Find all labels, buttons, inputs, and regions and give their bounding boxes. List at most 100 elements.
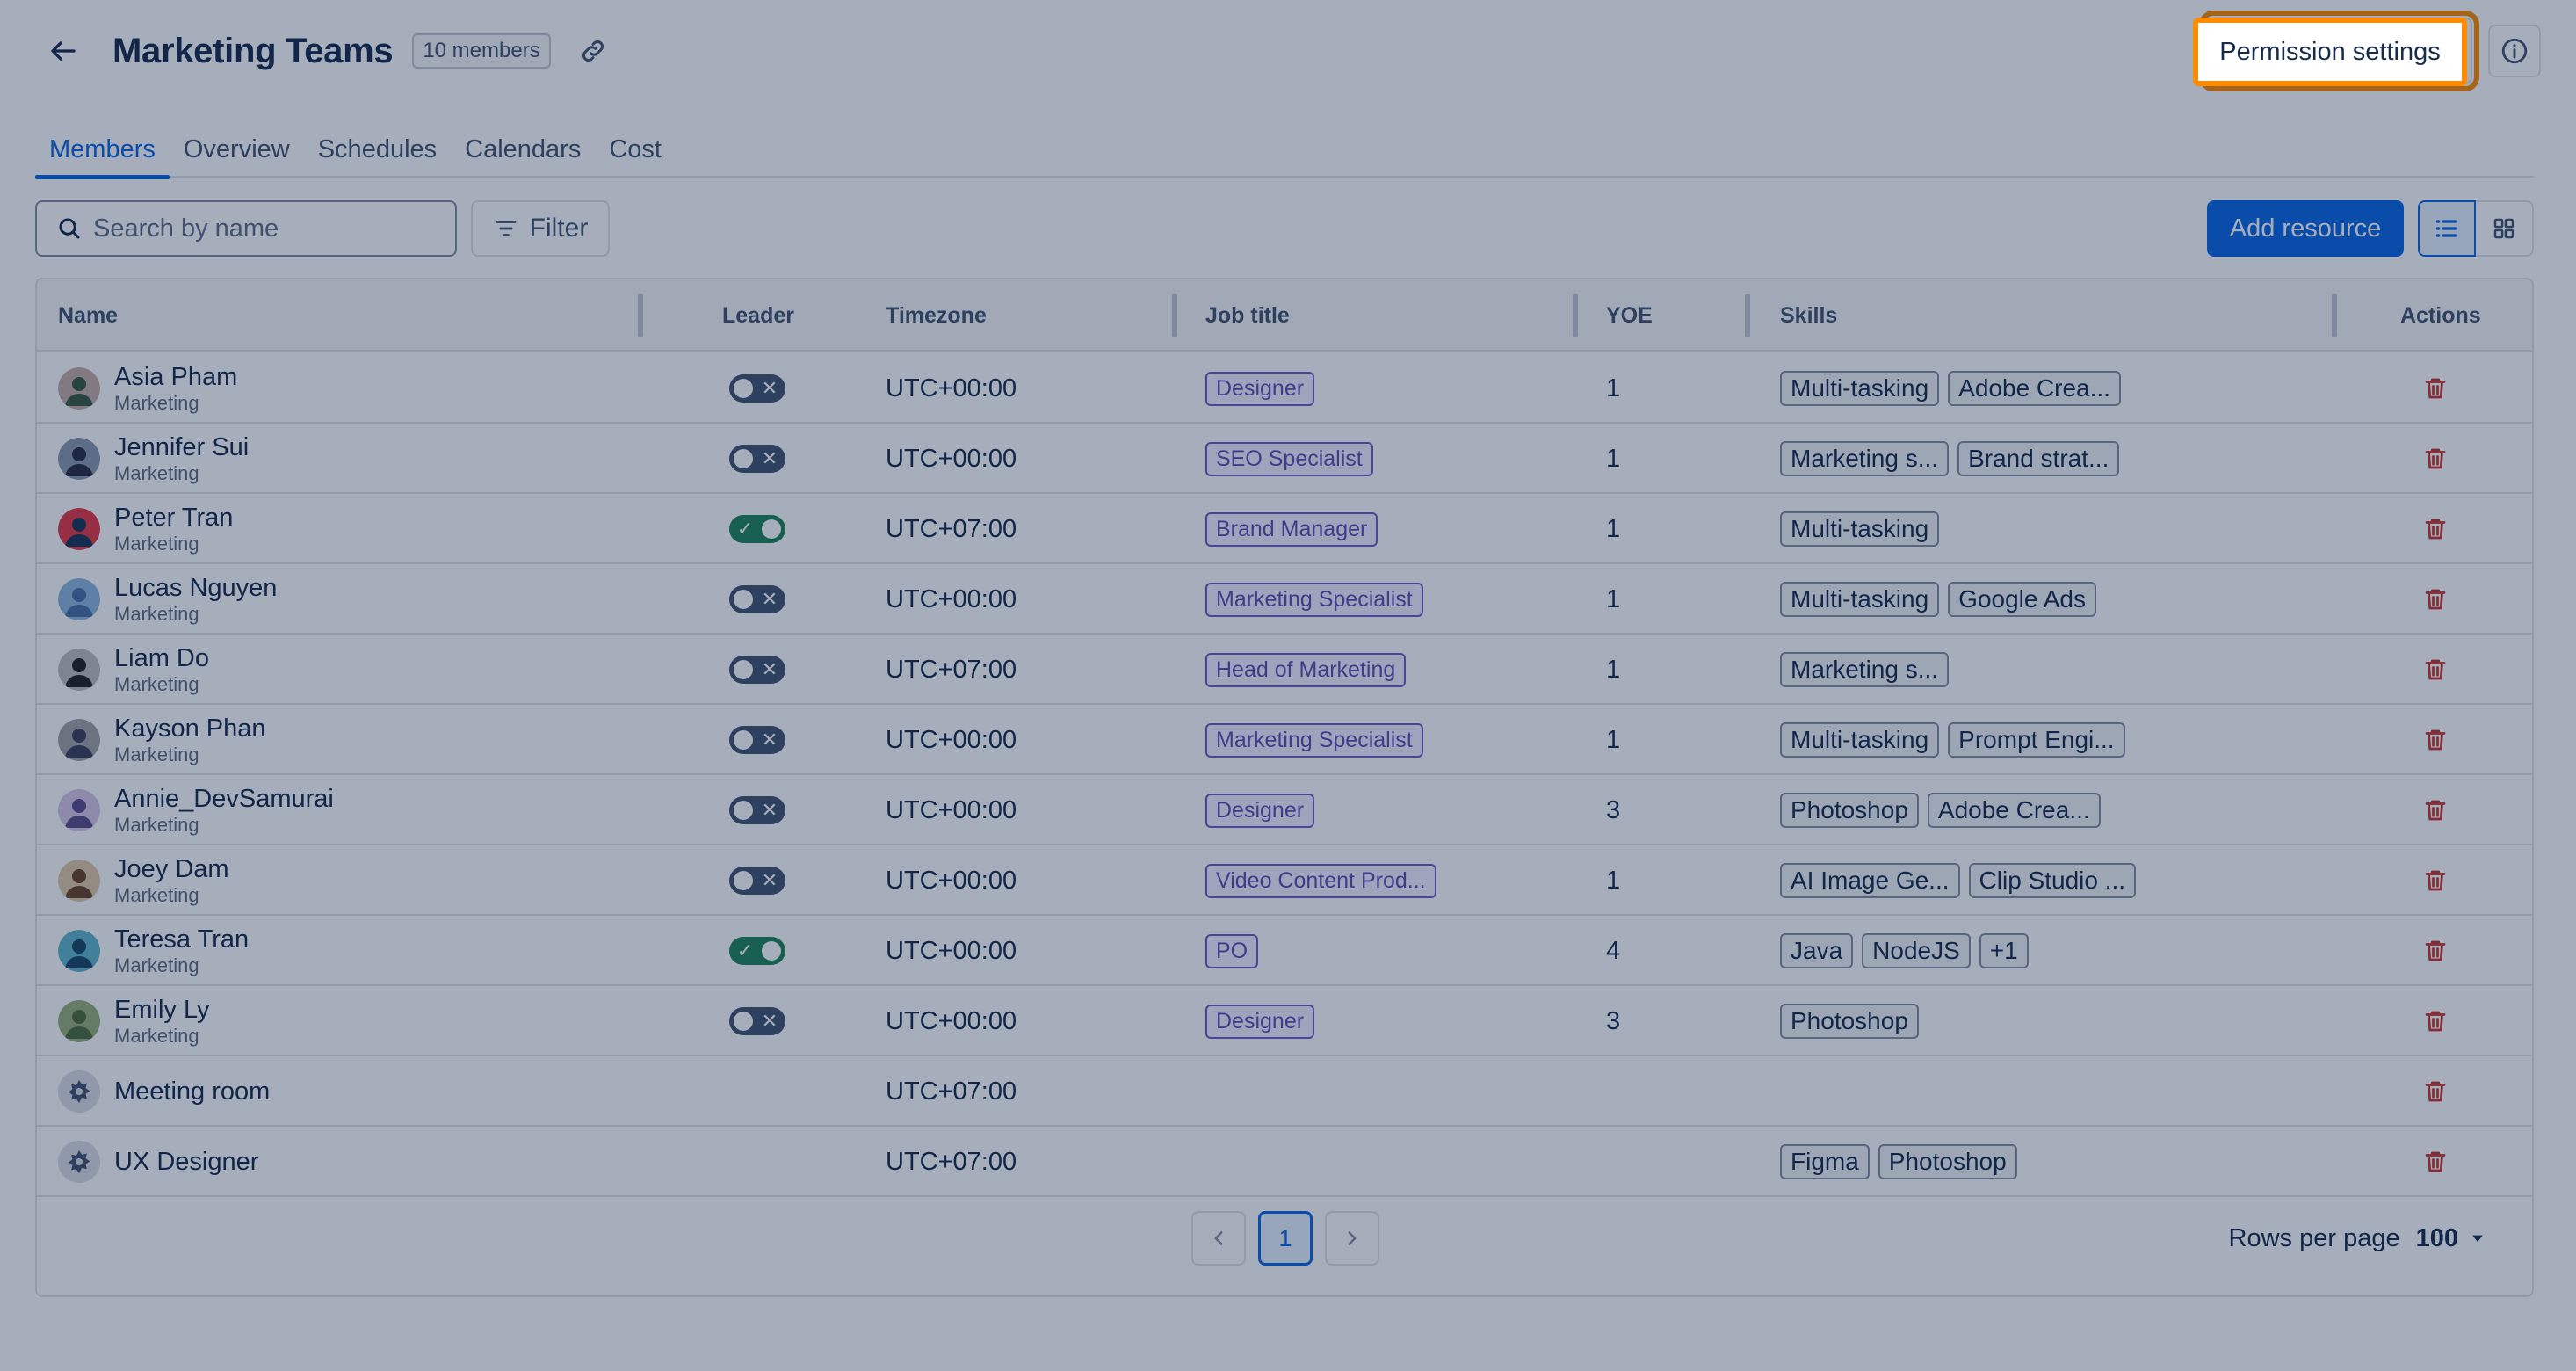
delete-button[interactable] xyxy=(2418,863,2453,898)
column-header-skills[interactable]: Skills xyxy=(1780,279,1837,352)
delete-button[interactable] xyxy=(2418,582,2453,617)
member-name[interactable]: Annie_DevSamurai xyxy=(114,784,334,814)
table-row[interactable]: Jennifer Sui Marketing ✕ UTC+00:00 SEO Speci… xyxy=(37,424,2532,494)
skills-list: Java NodeJS +1 xyxy=(1780,933,2029,968)
close-icon: ✕ xyxy=(761,1010,778,1032)
skills-cell: Multi-tasking Adobe Crea... xyxy=(1780,353,2121,424)
leader-toggle[interactable]: ✓ xyxy=(729,515,785,543)
member-name[interactable]: Kayson Phan xyxy=(114,714,266,744)
yoe-value: 1 xyxy=(1606,444,1621,473)
column-header-yoe[interactable]: YOE xyxy=(1606,279,1653,352)
timezone-cell: UTC+00:00 xyxy=(886,986,1017,1056)
table-row[interactable]: Asia Pham Marketing ✕ UTC+00:00 Designer 1 Mul… xyxy=(37,353,2532,424)
leader-toggle[interactable]: ✕ xyxy=(729,726,785,754)
list-view-button[interactable] xyxy=(2418,200,2476,257)
skill-tag: Java xyxy=(1780,933,1854,968)
filter-button[interactable]: Filter xyxy=(471,200,610,257)
skill-tag: Brand strat... xyxy=(1957,441,2120,476)
copy-link-button[interactable] xyxy=(572,30,614,72)
rows-per-page: Rows per page 100 xyxy=(2229,1211,2486,1266)
name-cell: Emily Ly Marketing xyxy=(58,986,210,1056)
member-name[interactable]: Emily Ly xyxy=(114,995,210,1025)
leader-toggle[interactable]: ✕ xyxy=(729,796,785,824)
back-button[interactable] xyxy=(35,23,91,79)
rows-per-page-label: Rows per page xyxy=(2228,1223,2400,1252)
leader-cell: ✓ xyxy=(729,916,785,986)
member-name[interactable]: Liam Do xyxy=(114,643,209,673)
skills-list: Photoshop Adobe Crea... xyxy=(1780,793,2101,828)
close-icon: ✕ xyxy=(761,658,778,680)
table-row[interactable]: Peter Tran Marketing ✓ UTC+07:00 Brand Manag… xyxy=(37,494,2532,564)
avatar xyxy=(58,508,100,550)
member-name[interactable]: Asia Pham xyxy=(114,362,237,392)
tab-calendars[interactable]: Calendars xyxy=(451,123,595,178)
skills-cell: Marketing s... Brand strat... xyxy=(1780,424,2120,494)
table-row[interactable]: Teresa Tran Marketing ✓ UTC+00:00 PO 4 Java Nod… xyxy=(37,916,2532,986)
delete-button[interactable] xyxy=(2418,1074,2453,1109)
table-row[interactable]: Liam Do Marketing ✕ UTC+07:00 Head of Market… xyxy=(37,635,2532,705)
leader-cell: ✓ xyxy=(729,494,785,564)
member-name[interactable]: Jennifer Sui xyxy=(114,432,249,462)
permission-settings-highlight[interactable]: Permission settings xyxy=(2193,18,2467,86)
leader-toggle[interactable]: ✕ xyxy=(729,585,785,613)
timezone-value: UTC+00:00 xyxy=(886,866,1017,895)
table-row[interactable]: Annie_DevSamurai Marketing ✕ UTC+00:00 Desig… xyxy=(37,775,2532,845)
leader-toggle[interactable]: ✕ xyxy=(729,867,785,895)
tab-schedules[interactable]: Schedules xyxy=(304,123,451,178)
delete-button[interactable] xyxy=(2418,1004,2453,1039)
table-row[interactable]: Joey Dam Marketing ✕ UTC+00:00 Video Content… xyxy=(37,845,2532,916)
job-title-cell: Marketing Specialist xyxy=(1205,564,1423,635)
column-resize-handle[interactable] xyxy=(1573,294,1578,337)
column-header-name[interactable]: Name xyxy=(58,279,118,352)
rows-per-page-select[interactable]: 100 xyxy=(2416,1224,2486,1253)
search-input[interactable] xyxy=(93,214,427,243)
delete-button[interactable] xyxy=(2418,371,2453,406)
delete-button[interactable] xyxy=(2418,722,2453,758)
leader-toggle[interactable]: ✕ xyxy=(729,445,785,473)
delete-button[interactable] xyxy=(2418,652,2453,687)
add-resource-button[interactable]: Add resource xyxy=(2207,200,2404,257)
actions-cell xyxy=(2418,353,2453,424)
name-block: Teresa Tran Marketing xyxy=(114,925,249,977)
skill-tag: Marketing s... xyxy=(1780,652,1950,687)
member-name[interactable]: Teresa Tran xyxy=(114,925,249,954)
delete-button[interactable] xyxy=(2418,933,2453,968)
table-row[interactable]: Kayson Phan Marketing ✕ UTC+00:00 Marketing … xyxy=(37,705,2532,775)
leader-toggle[interactable]: ✕ xyxy=(729,656,785,684)
column-header-job-title[interactable]: Job title xyxy=(1205,279,1290,352)
delete-button[interactable] xyxy=(2418,511,2453,547)
column-resize-handle[interactable] xyxy=(1172,294,1177,337)
member-name[interactable]: Lucas Nguyen xyxy=(114,573,277,603)
skill-tag[interactable]: +1 xyxy=(1979,933,2029,968)
prev-page-button[interactable] xyxy=(1191,1211,1246,1266)
info-button[interactable] xyxy=(2488,25,2541,77)
member-name[interactable]: Joey Dam xyxy=(114,854,229,884)
delete-button[interactable] xyxy=(2418,793,2453,828)
column-resize-handle[interactable] xyxy=(638,294,643,337)
close-icon: ✕ xyxy=(761,799,778,821)
yoe-cell: 4 xyxy=(1606,916,1620,986)
tab-members[interactable]: Members xyxy=(35,123,170,179)
tab-overview[interactable]: Overview xyxy=(170,123,304,178)
delete-button[interactable] xyxy=(2418,441,2453,476)
timezone-value: UTC+00:00 xyxy=(886,795,1017,824)
member-name[interactable]: Meeting room xyxy=(114,1077,270,1106)
page-button-current[interactable]: 1 xyxy=(1258,1211,1313,1266)
next-page-button[interactable] xyxy=(1325,1211,1379,1266)
table-row[interactable]: Lucas Nguyen Marketing ✕ UTC+00:00 Marketing… xyxy=(37,564,2532,635)
leader-toggle[interactable]: ✓ xyxy=(729,937,785,965)
column-resize-handle[interactable] xyxy=(2332,294,2337,337)
member-name[interactable]: Peter Tran xyxy=(114,503,233,533)
leader-toggle[interactable]: ✕ xyxy=(729,1007,785,1035)
column-header-leader[interactable]: Leader xyxy=(722,279,794,352)
name-block: Peter Tran Marketing xyxy=(114,503,233,555)
job-title-cell: Designer xyxy=(1205,775,1315,845)
leader-toggle[interactable]: ✕ xyxy=(729,374,785,403)
column-resize-handle[interactable] xyxy=(1745,294,1750,337)
grid-view-button[interactable] xyxy=(2476,200,2534,257)
table-row[interactable]: Meeting room UTC+07:00 xyxy=(37,1056,2532,1127)
tab-cost[interactable]: Cost xyxy=(595,123,676,178)
name-block: Kayson Phan Marketing xyxy=(114,714,266,766)
table-row[interactable]: Emily Ly Marketing ✕ UTC+00:00 Designer 3 Phot… xyxy=(37,986,2532,1056)
column-header-timezone[interactable]: Timezone xyxy=(886,279,987,352)
